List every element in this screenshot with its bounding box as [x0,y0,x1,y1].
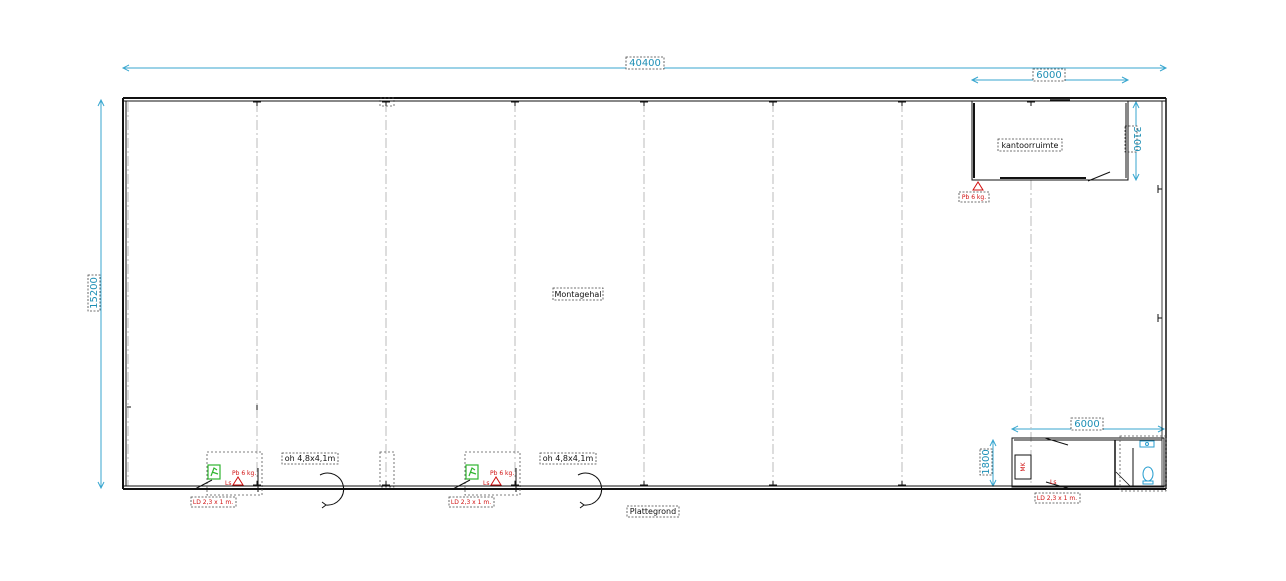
loading-door-3-label: LD 2,3 x 1 m. [1037,495,1077,502]
loading-door-1-label: LD 2,3 x 1 m. [193,499,233,506]
hose-label-2: Ls [483,480,489,487]
sanitary-width-label: 6000 [1074,419,1099,430]
dimension-sanitary-width: 6000 [1010,417,1166,433]
dimension-sanitary-height: 1800 [979,438,997,488]
hall-label: Montagehal [554,290,601,299]
floor-plan: 40400 15200 6000 3100 6000 1800 kantoorr… [87,56,1168,518]
dimension-office-width: 6000 [970,68,1130,84]
extinguisher-1-label: Pb 6 kg. [232,470,256,477]
dimension-overall-width: 40400 [121,56,1168,72]
dimension-overall-height: 15200 [87,98,105,490]
loading-door-3: Ls LD 2,3 x 1 m. [1034,479,1081,504]
overhead-door-1: oh 4,8x4,1m [262,452,380,509]
extinguisher-2: Pb 6 kg. [490,470,514,486]
office-height-label: 3100 [1131,126,1142,151]
toilet-icon [1142,466,1154,485]
column-detail-1 [379,451,395,488]
overhead-door-2: oh 4,8x4,1m [520,452,640,509]
overhead-door-1-label: oh 4,8x4,1m [285,454,336,463]
hose-label-1: Ls [225,480,231,487]
plan-title: Plattegrond [630,507,676,516]
sink-icon [1139,440,1155,448]
escape-sign-1: Ls [207,464,231,487]
office-room: kantoorruimte [971,99,1129,182]
overall-height-label: 15200 [89,277,100,309]
office-label: kantoorruimte [1002,141,1059,150]
office-extinguisher: Pb 6 kg. [958,181,990,203]
office-width-label: 6000 [1036,70,1061,81]
overall-width-label: 40400 [629,58,661,69]
extinguisher-1: Pb 6 kg. [232,470,256,486]
overhead-door-2-label: oh 4,8x4,1m [543,454,594,463]
hose-label-3: Ls [1050,479,1056,486]
extinguisher-2-label: Pb 6 kg. [490,470,514,477]
office-extinguisher-label: Pb 6 kg. [962,194,986,201]
sanitary-height-label: 1800 [981,449,992,474]
loading-door-2-label: LD 2,3 x 1 m. [451,499,491,506]
escape-sign-2: Ls [465,464,489,487]
mk-label: MK [1020,461,1027,471]
